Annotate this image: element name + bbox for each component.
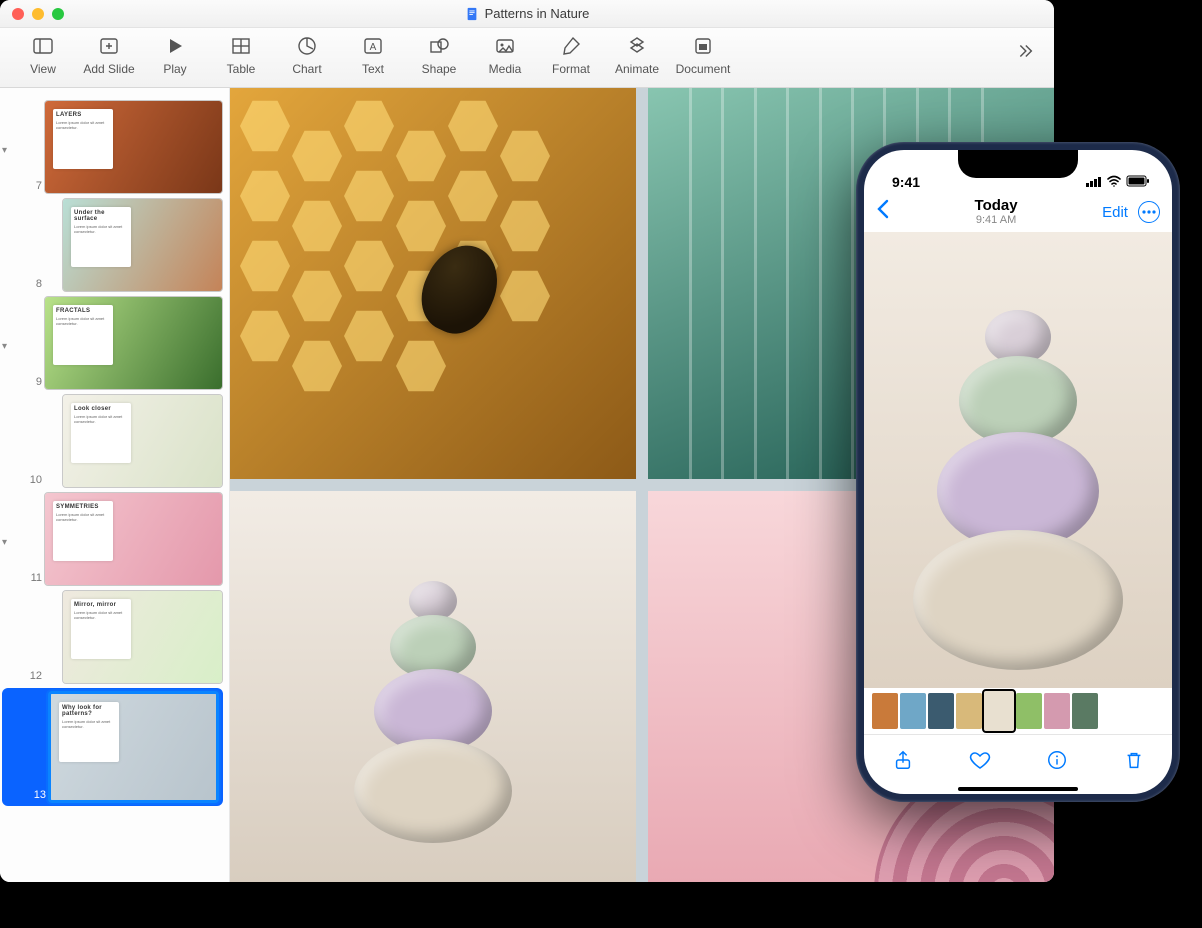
slide-thumbnail[interactable]: ▾8Under the surfaceLorem ipsum dolor sit… [2, 198, 223, 292]
slide-preview[interactable]: FRACTALSLorem ipsum dolor sit amet conse… [44, 296, 223, 390]
toolbar-overflow-button[interactable] [1004, 34, 1044, 62]
slide-thumbnail[interactable]: ▾11SYMMETRIESLorem ipsum dolor sit amet … [2, 492, 223, 586]
slide-preview[interactable]: Look closerLorem ipsum dolor sit amet co… [62, 394, 223, 488]
slide-image-urchin-stack[interactable] [230, 491, 636, 882]
slide-preview[interactable]: LAYERSLorem ipsum dolor sit amet consect… [44, 100, 223, 194]
filmstrip-thumbnail[interactable] [872, 693, 898, 729]
slide-thumbnail[interactable]: ▾9FRACTALSLorem ipsum dolor sit amet con… [2, 296, 223, 390]
photo-viewer[interactable] [864, 232, 1172, 688]
filmstrip-thumbnail[interactable] [1016, 693, 1042, 729]
slide-thumbnail[interactable]: ▾12Mirror, mirrorLorem ipsum dolor sit a… [2, 590, 223, 684]
slide-thumbnail[interactable]: ▾10Look closerLorem ipsum dolor sit amet… [2, 394, 223, 488]
slide-number: 9 [18, 376, 42, 390]
toolbar-label: Table [227, 62, 256, 76]
slide-number: 8 [18, 278, 42, 292]
animate-button[interactable]: Animate [604, 34, 670, 76]
toolbar: View Add Slide Play Table Chart A Text S… [0, 28, 1054, 88]
home-indicator[interactable] [864, 784, 1172, 794]
toolbar-label: Add Slide [83, 62, 134, 76]
photo-filmstrip[interactable] [864, 688, 1172, 734]
text-icon: A [361, 34, 385, 58]
filmstrip-thumbnail[interactable] [900, 693, 926, 729]
media-icon [493, 34, 517, 58]
format-button[interactable]: Format [538, 34, 604, 76]
slide-number: 12 [18, 670, 42, 684]
delete-button[interactable] [1119, 745, 1149, 775]
info-button[interactable] [1042, 745, 1072, 775]
view-button[interactable]: View [10, 34, 76, 76]
iphone-device-frame: 9:41 Today 9:41 AM Edit [856, 142, 1180, 802]
plus-slide-icon [97, 34, 121, 58]
filmstrip-thumbnail[interactable] [984, 691, 1014, 731]
toolbar-label: Text [362, 62, 384, 76]
photos-nav-title: Today [975, 198, 1018, 215]
shape-button[interactable]: Shape [406, 34, 472, 76]
sidebar-icon [31, 34, 55, 58]
window-title: Patterns in Nature [485, 6, 590, 21]
slide-image-honeycomb[interactable] [230, 88, 636, 479]
text-button[interactable]: A Text [340, 34, 406, 76]
toolbar-label: Play [163, 62, 186, 76]
photos-nav-subtitle: 9:41 AM [975, 214, 1018, 226]
status-time: 9:41 [892, 174, 920, 190]
disclosure-chevron-icon[interactable]: ▾ [2, 145, 16, 194]
slide-preview[interactable]: Under the surfaceLorem ipsum dolor sit a… [62, 198, 223, 292]
photos-nav-title-group: Today 9:41 AM [975, 198, 1018, 227]
chart-icon [295, 34, 319, 58]
table-button[interactable]: Table [208, 34, 274, 76]
battery-icon [1126, 174, 1150, 190]
iphone-screen: 9:41 Today 9:41 AM Edit [864, 150, 1172, 794]
slide-thumbnail[interactable]: ▾13Why look for patterns?Lorem ipsum dol… [2, 688, 223, 806]
toolbar-label: View [30, 62, 56, 76]
toolbar-label: Media [489, 62, 522, 76]
photos-nav-bar: Today 9:41 AM Edit [864, 192, 1172, 232]
toolbar-label: Format [552, 62, 590, 76]
window-titlebar: Patterns in Nature [0, 0, 1054, 28]
photos-toolbar [864, 734, 1172, 784]
media-button[interactable]: Media [472, 34, 538, 76]
slide-thumbnail[interactable]: ▾7LAYERSLorem ipsum dolor sit amet conse… [2, 100, 223, 194]
iphone-notch [958, 150, 1078, 178]
play-button[interactable]: Play [142, 34, 208, 76]
slide-number: 11 [18, 572, 42, 586]
slide-navigator[interactable]: ▾7LAYERSLorem ipsum dolor sit amet conse… [0, 88, 230, 882]
table-icon [229, 34, 253, 58]
slide-number: 13 [22, 789, 46, 803]
filmstrip-thumbnail[interactable] [956, 693, 982, 729]
play-icon [163, 34, 187, 58]
cellular-icon [1086, 174, 1102, 190]
favorite-button[interactable] [965, 745, 995, 775]
toolbar-label: Shape [422, 62, 457, 76]
animate-icon [625, 34, 649, 58]
document-button[interactable]: Document [670, 34, 736, 76]
filmstrip-thumbnail[interactable] [928, 693, 954, 729]
slide-preview[interactable]: Why look for patterns?Lorem ipsum dolor … [48, 691, 219, 803]
slide-number: 10 [18, 474, 42, 488]
add-slide-button[interactable]: Add Slide [76, 34, 142, 76]
slide-preview[interactable]: Mirror, mirrorLorem ipsum dolor sit amet… [62, 590, 223, 684]
toolbar-label: Document [676, 62, 731, 76]
wifi-icon [1106, 174, 1122, 190]
toolbar-label: Animate [615, 62, 659, 76]
chart-button[interactable]: Chart [274, 34, 340, 76]
edit-button[interactable]: Edit [1102, 204, 1128, 221]
svg-text:A: A [370, 42, 377, 53]
paintbrush-icon [559, 34, 583, 58]
more-button[interactable] [1138, 201, 1160, 223]
share-button[interactable] [888, 745, 918, 775]
document-proxy-icon[interactable] [465, 7, 479, 21]
slide-preview[interactable]: SYMMETRIESLorem ipsum dolor sit amet con… [44, 492, 223, 586]
filmstrip-thumbnail[interactable] [1044, 693, 1070, 729]
back-button[interactable] [876, 199, 890, 225]
slide-number: 7 [18, 180, 42, 194]
document-icon [691, 34, 715, 58]
disclosure-chevron-icon[interactable]: ▾ [2, 537, 16, 586]
disclosure-chevron-icon[interactable]: ▾ [2, 341, 16, 390]
shape-icon [427, 34, 451, 58]
toolbar-label: Chart [292, 62, 321, 76]
filmstrip-thumbnail[interactable] [1072, 693, 1098, 729]
